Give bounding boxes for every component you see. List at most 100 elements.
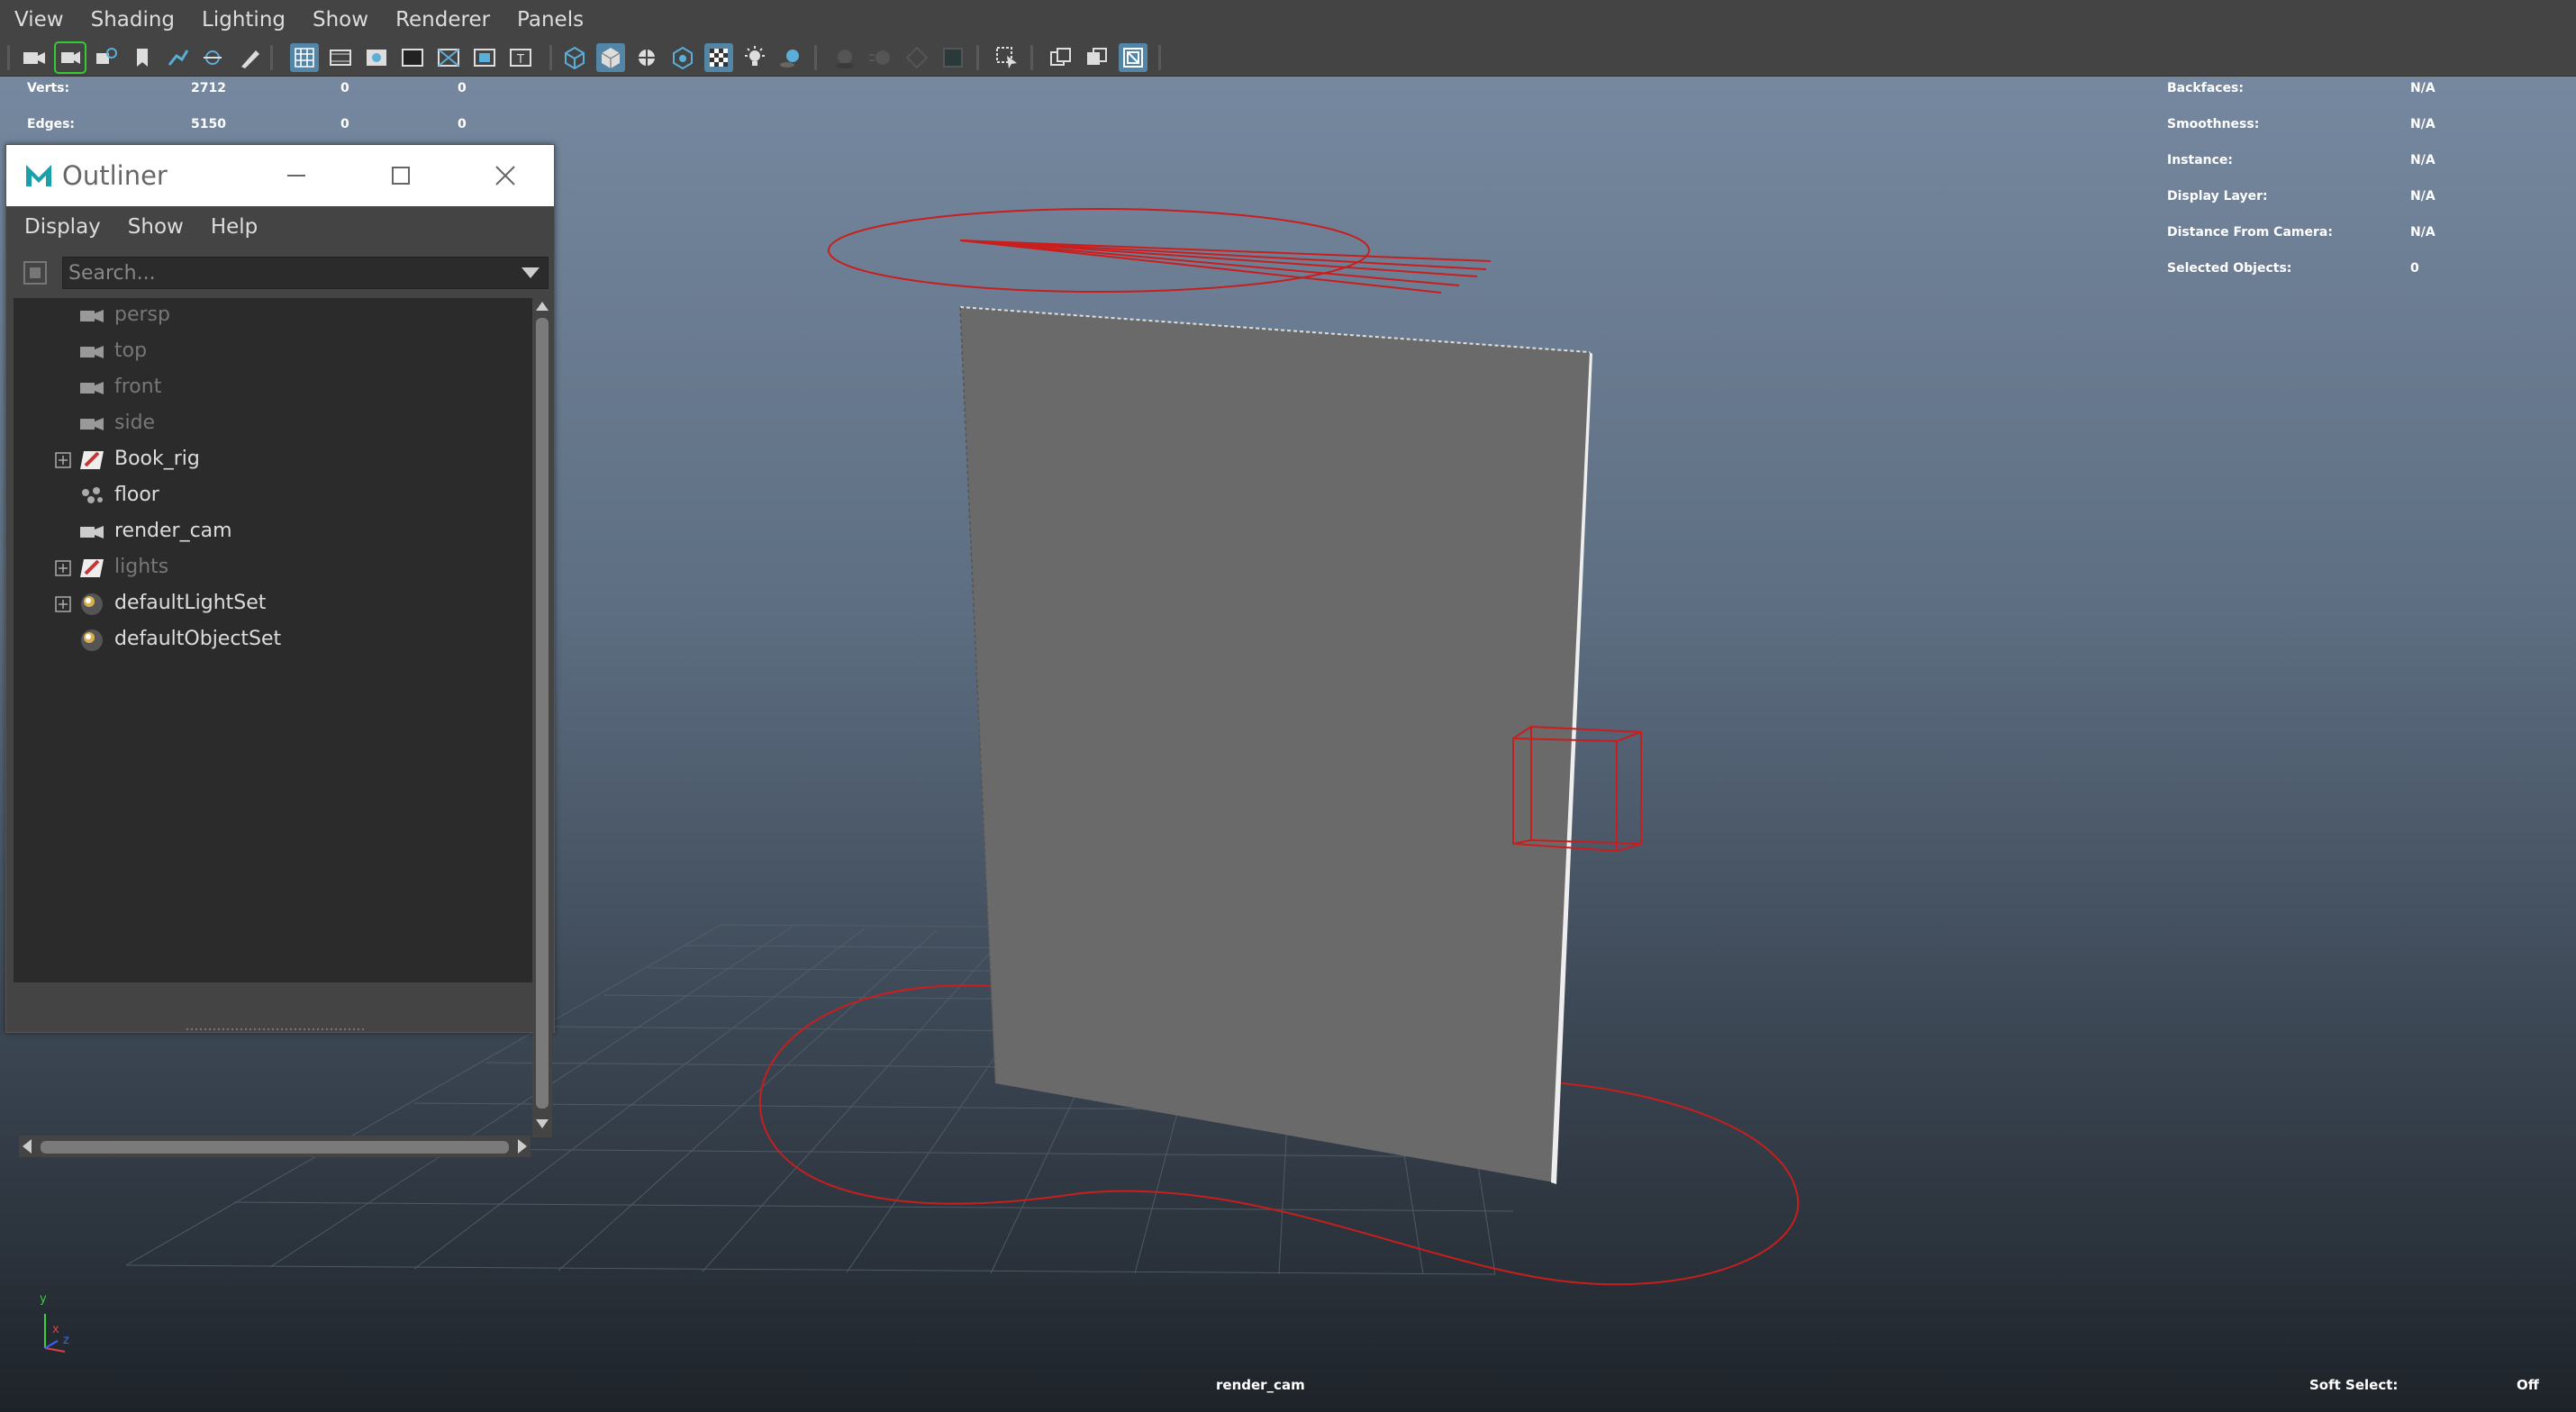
book-page-plane — [960, 307, 1590, 1182]
menu-lighting[interactable]: Lighting — [202, 8, 286, 32]
hud-distance-label: Distance From Camera: — [2167, 225, 2333, 240]
outliner-menu-display[interactable]: Display — [24, 215, 101, 239]
item-label: lights — [114, 556, 169, 578]
camera-icon — [78, 520, 105, 545]
expand-icon[interactable] — [55, 596, 71, 612]
item-label: top — [114, 339, 148, 362]
hud-edges-label: Edges: — [27, 117, 76, 131]
hud-smoothness-label: Smoothness: — [2167, 117, 2260, 131]
camera-attributes-icon[interactable] — [54, 41, 86, 74]
antialiasing-icon[interactable] — [903, 43, 931, 72]
toolbar-separator — [549, 45, 552, 70]
backface-culling-icon[interactable] — [1119, 43, 1147, 72]
minimize-button[interactable] — [278, 158, 314, 194]
top-control-lines — [959, 240, 1492, 294]
menu-renderer[interactable]: Renderer — [395, 8, 490, 32]
maya-logo-icon — [23, 159, 55, 192]
panel-toolbar: T — [0, 40, 2576, 77]
shadows-icon[interactable] — [776, 43, 805, 72]
motion-blur-icon[interactable] — [866, 43, 895, 72]
menu-panels[interactable]: Panels — [517, 8, 584, 32]
item-label: render_cam — [114, 520, 232, 542]
gate-mask-icon[interactable] — [398, 43, 427, 72]
lights-icon[interactable] — [740, 43, 769, 72]
smooth-shade-icon[interactable] — [596, 43, 625, 72]
outliner-menu-show[interactable]: Show — [128, 215, 184, 239]
hud-edges-value: 5150 — [191, 117, 226, 131]
outliner-search[interactable] — [62, 257, 549, 289]
item-label: defaultLightSet — [114, 592, 267, 614]
grid-icon[interactable] — [290, 43, 319, 72]
resize-grip[interactable] — [186, 1018, 367, 1030]
maximize-button[interactable] — [383, 158, 419, 194]
camera-icon — [78, 303, 105, 329]
list-item[interactable]: render_cam — [14, 514, 532, 550]
item-label: floor — [114, 484, 159, 506]
item-label: side — [114, 412, 156, 434]
search-input[interactable] — [68, 261, 483, 285]
axis-x-label: x — [52, 1323, 59, 1336]
grease-pencil-icon[interactable] — [200, 43, 229, 72]
expand-icon[interactable] — [55, 560, 71, 576]
camera-icon — [78, 339, 105, 365]
list-item[interactable]: defaultLightSet — [14, 586, 532, 622]
list-item[interactable]: floor — [14, 478, 532, 514]
expand-icon[interactable] — [55, 452, 71, 468]
outliner-menubar: Display Show Help — [6, 208, 554, 246]
xray-icon[interactable] — [668, 43, 697, 72]
list-item[interactable]: defaultObjectSet — [14, 622, 532, 658]
2d-pan-zoom-icon[interactable] — [164, 43, 193, 72]
outliner-title: Outliner — [62, 160, 168, 191]
safe-title-icon[interactable]: T — [506, 43, 535, 72]
item-label: front — [114, 376, 162, 398]
toolbar-separator — [976, 45, 979, 70]
mesh-icon — [78, 484, 105, 509]
hud-selected-objects-value: 0 — [2410, 261, 2419, 276]
hud-edges-components: 0 — [458, 117, 467, 131]
outliner-menu-help[interactable]: Help — [211, 215, 258, 239]
axis-z-label: z — [63, 1334, 69, 1347]
textured-icon[interactable] — [704, 43, 733, 72]
list-item[interactable]: top — [14, 334, 532, 370]
toolbar-separator — [1030, 45, 1033, 70]
bookmark-icon[interactable] — [92, 43, 121, 72]
close-button[interactable] — [487, 158, 523, 194]
isolate-select-icon[interactable] — [993, 43, 1021, 72]
wireframe-icon[interactable] — [560, 43, 589, 72]
safe-action-icon[interactable] — [470, 43, 499, 72]
select-camera-icon[interactable] — [20, 43, 49, 72]
list-item[interactable]: side — [14, 406, 532, 442]
outliner-tree[interactable]: persp top front side Book_rig floor rend… — [14, 298, 532, 982]
image-plane-icon[interactable] — [128, 43, 157, 72]
hud-edges-selected: 0 — [340, 117, 349, 131]
menu-view[interactable]: View — [14, 8, 64, 32]
chevron-down-icon[interactable] — [521, 265, 540, 281]
outliner-window[interactable]: Outliner Display Show Help persp top fro… — [5, 144, 555, 1157]
menu-show[interactable]: Show — [313, 8, 368, 32]
list-item[interactable]: lights — [14, 550, 532, 586]
resolution-gate-icon[interactable] — [362, 43, 391, 72]
item-label: Book_rig — [114, 448, 200, 470]
hud-verts-value: 2712 — [191, 81, 226, 95]
vertical-scrollbar[interactable] — [532, 298, 552, 1137]
depth-of-field-icon[interactable] — [939, 43, 967, 72]
grease-pencil-draw-icon[interactable] — [236, 43, 265, 72]
outliner-titlebar[interactable]: Outliner — [6, 145, 554, 206]
svg-text:T: T — [516, 53, 524, 67]
field-chart-icon[interactable] — [434, 43, 463, 72]
group-icon — [78, 448, 105, 473]
toolbar-separator — [7, 45, 10, 70]
list-item[interactable]: front — [14, 370, 532, 406]
hud-backfaces-label: Backfaces: — [2167, 81, 2244, 95]
filter-icon[interactable] — [19, 257, 51, 289]
film-gate-icon[interactable] — [326, 43, 355, 72]
wireframe-on-shaded-icon[interactable] — [632, 43, 661, 72]
ambient-occlusion-icon[interactable] — [830, 43, 859, 72]
axis-y-label: y — [40, 1292, 47, 1306]
horizontal-scrollbar[interactable] — [19, 1136, 531, 1157]
menu-shading[interactable]: Shading — [91, 8, 175, 32]
list-item[interactable]: persp — [14, 298, 532, 334]
xray-joints-icon[interactable] — [1047, 43, 1075, 72]
xray-active-icon[interactable] — [1083, 43, 1111, 72]
list-item[interactable]: Book_rig — [14, 442, 532, 478]
